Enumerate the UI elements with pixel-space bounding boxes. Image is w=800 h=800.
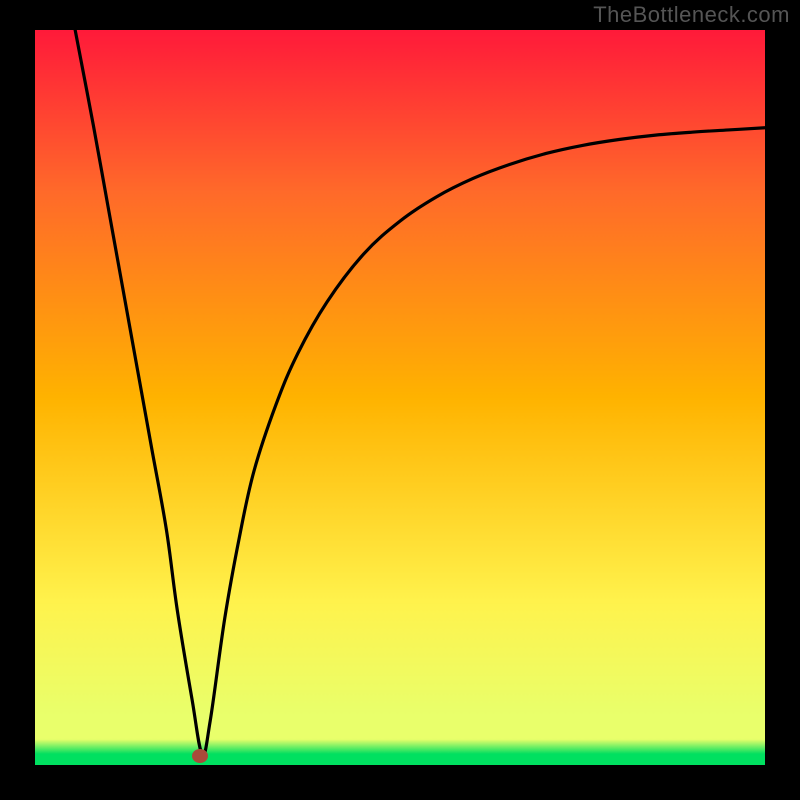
bottleneck-curve — [75, 30, 765, 755]
watermark-text: TheBottleneck.com — [593, 2, 790, 28]
curve-layer — [35, 30, 765, 765]
plot-area — [35, 30, 765, 765]
chart-frame: TheBottleneck.com — [0, 0, 800, 800]
minimum-marker — [192, 749, 208, 763]
